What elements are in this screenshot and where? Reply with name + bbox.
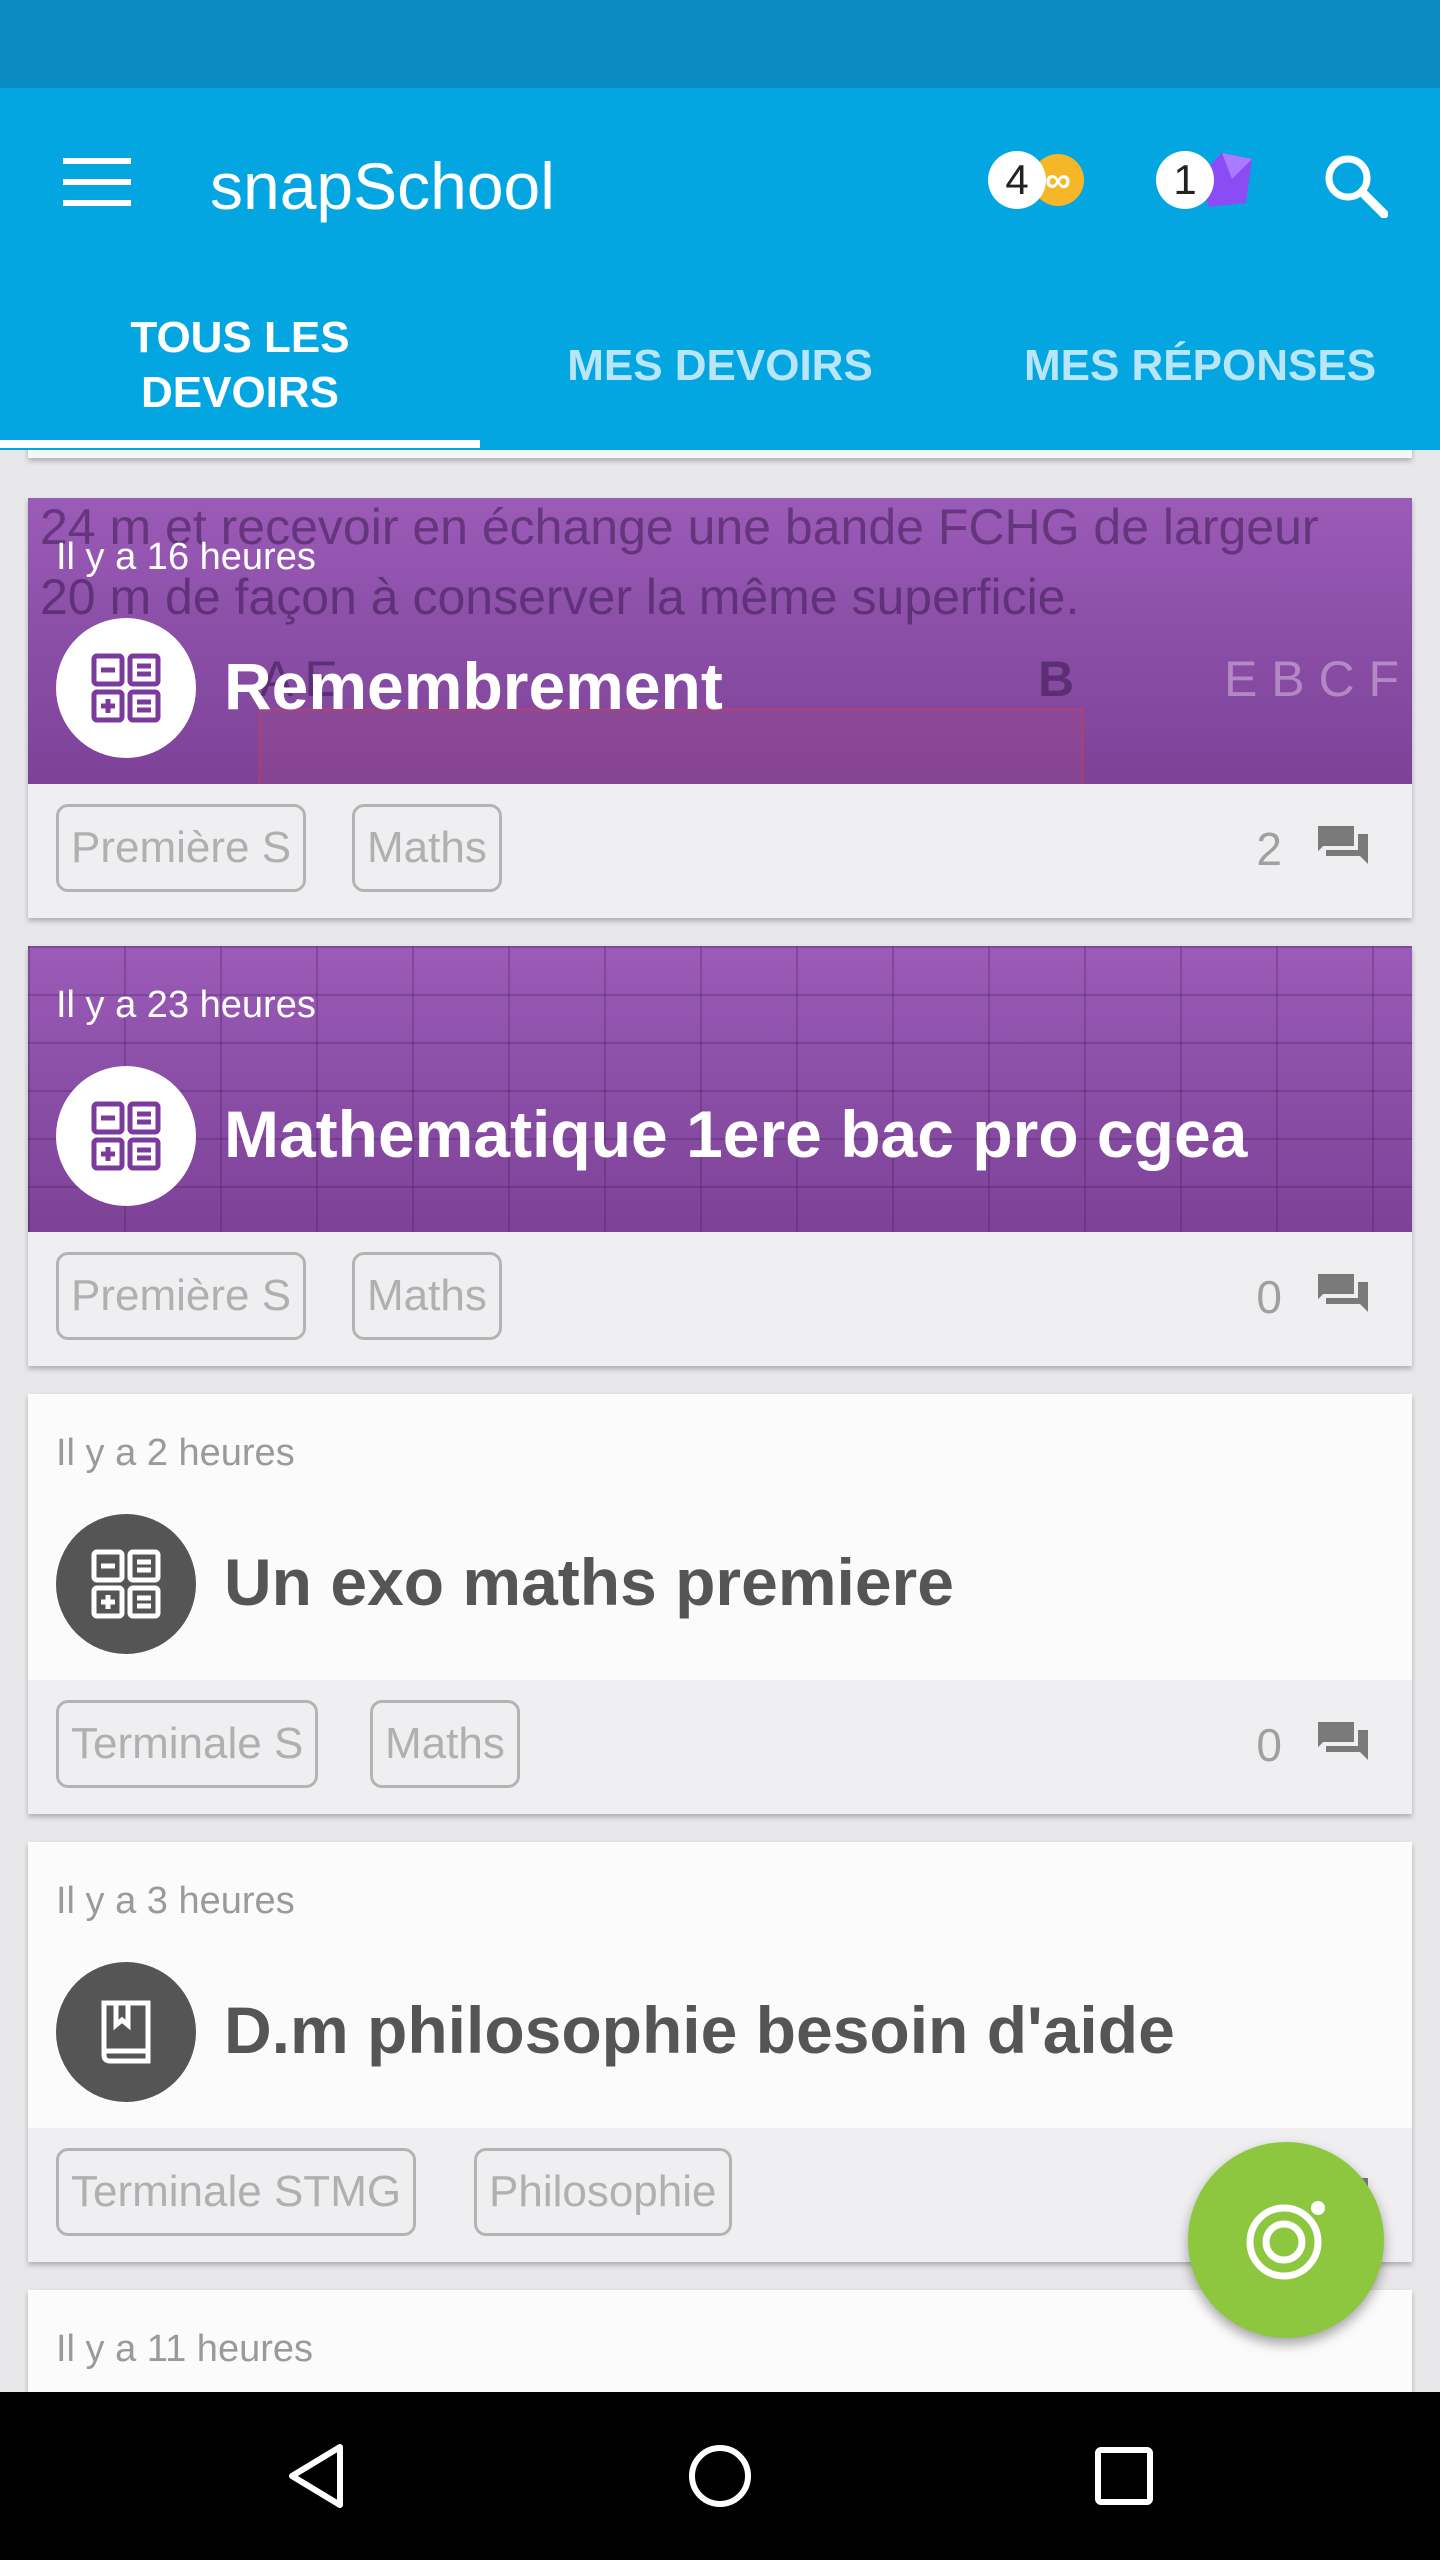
card-header-photo: Il y a 23 heures Mathematique 1ere bac p… — [28, 946, 1412, 1232]
level-tag[interactable]: Terminale S — [56, 1700, 319, 1788]
calculator-icon — [91, 1549, 161, 1619]
card-footer: Terminale S Maths 0 — [28, 1680, 1412, 1814]
subject-avatar — [56, 1066, 196, 1206]
status-bar — [0, 0, 1440, 88]
card-time: Il y a 16 heures — [56, 536, 316, 578]
comment-icon — [1314, 1270, 1368, 1312]
app-title: snapSchool — [210, 149, 555, 223]
tab-label: TOUS LES DEVOIRS — [130, 313, 350, 417]
recents-square-icon — [1095, 2447, 1153, 2505]
tab-tous-les-devoirs[interactable]: TOUS LES DEVOIRS — [0, 270, 480, 450]
comment-count: 2 — [1256, 823, 1282, 875]
camera-icon — [1246, 2201, 1325, 2280]
home-circle-icon — [689, 2445, 751, 2507]
card-title: Un exo maths premiere — [224, 1545, 954, 1619]
credits-badge[interactable]: 4 ∞ — [988, 150, 1084, 210]
homework-card[interactable]: 24 m et recevoir en échange une bande FC… — [28, 498, 1412, 918]
card-title: D.m philosophie besoin d'aide — [224, 1993, 1175, 2067]
homework-card[interactable]: Il y a 11 heures — [28, 2290, 1412, 2392]
card-header-photo: 24 m et recevoir en échange une bande FC… — [28, 498, 1412, 784]
subject-tag[interactable]: Philosophie — [474, 2148, 732, 2236]
card-title: Mathematique 1ere bac pro cgea — [224, 1097, 1248, 1171]
level-tag[interactable]: Terminale STMG — [56, 2148, 417, 2236]
comment-icon — [1314, 1718, 1368, 1760]
comment-icon — [1314, 822, 1368, 864]
tab-mes-reponses[interactable]: MES RÉPONSES — [960, 270, 1440, 450]
hamburger-menu-icon — [63, 158, 131, 206]
homework-card[interactable]: Il y a 2 heures Un exo maths premiere Te… — [28, 1394, 1412, 1814]
tab-mes-devoirs[interactable]: MES DEVOIRS — [480, 270, 960, 450]
subject-avatar — [56, 1514, 196, 1654]
tab-label: MES RÉPONSES — [1023, 340, 1377, 390]
tab-label: MES DEVOIRS — [567, 340, 873, 390]
gems-count: 1 — [1156, 151, 1214, 209]
subject-tag[interactable]: Maths — [370, 1700, 520, 1788]
level-tag[interactable]: Première S — [56, 804, 307, 892]
card-time: Il y a 3 heures — [56, 1880, 295, 1922]
search-button[interactable] — [1310, 140, 1400, 230]
gems-badge[interactable]: 1 — [1156, 150, 1256, 210]
credits-count: 4 — [988, 151, 1046, 209]
subject-tag[interactable]: Maths — [352, 804, 502, 892]
menu-button[interactable] — [40, 132, 154, 232]
nav-recents-button[interactable] — [1074, 2426, 1174, 2526]
calculator-icon — [91, 1101, 161, 1171]
card-time: Il y a 23 heures — [56, 984, 316, 1026]
subject-avatar — [56, 618, 196, 758]
camera-fab-button[interactable] — [1188, 2142, 1384, 2338]
card-time: Il y a 11 heures — [56, 2328, 314, 2370]
nav-home-button[interactable] — [670, 2426, 770, 2526]
level-tag[interactable]: Première S — [56, 1252, 307, 1340]
nav-back-button[interactable] — [266, 2426, 366, 2526]
card-time: Il y a 2 heures — [56, 1432, 295, 1474]
calculator-icon — [91, 653, 161, 723]
photo-text: B — [1038, 651, 1075, 707]
card-header: Il y a 2 heures Un exo maths premiere — [28, 1394, 1412, 1680]
comment-count: 0 — [1256, 1719, 1282, 1771]
system-nav-bar — [0, 2392, 1440, 2560]
subject-avatar — [56, 1962, 196, 2102]
card-footer: Première S Maths 2 — [28, 784, 1412, 918]
back-triangle-icon — [289, 2444, 343, 2508]
comment-count: 0 — [1256, 1271, 1282, 1323]
tab-bar: TOUS LES DEVOIRS MES DEVOIRS MES RÉPONSE… — [0, 270, 1440, 450]
subject-tag[interactable]: Maths — [352, 1252, 502, 1340]
card-header: Il y a 11 heures — [28, 2290, 1412, 2392]
list-item-partial[interactable] — [28, 450, 1412, 458]
card-header: Il y a 3 heures D.m philosophie besoin d… — [28, 1842, 1412, 2128]
homework-feed[interactable]: 24 m et recevoir en échange une bande FC… — [0, 450, 1440, 2392]
book-icon — [101, 2000, 151, 2064]
search-icon — [1325, 155, 1388, 218]
card-title: Remembrement — [224, 649, 723, 723]
homework-card[interactable]: Il y a 23 heures Mathematique 1ere bac p… — [28, 946, 1412, 1366]
card-footer: Première S Maths 0 — [28, 1232, 1412, 1366]
photo-text: E B C F — [1224, 651, 1400, 707]
tab-indicator — [0, 440, 480, 448]
